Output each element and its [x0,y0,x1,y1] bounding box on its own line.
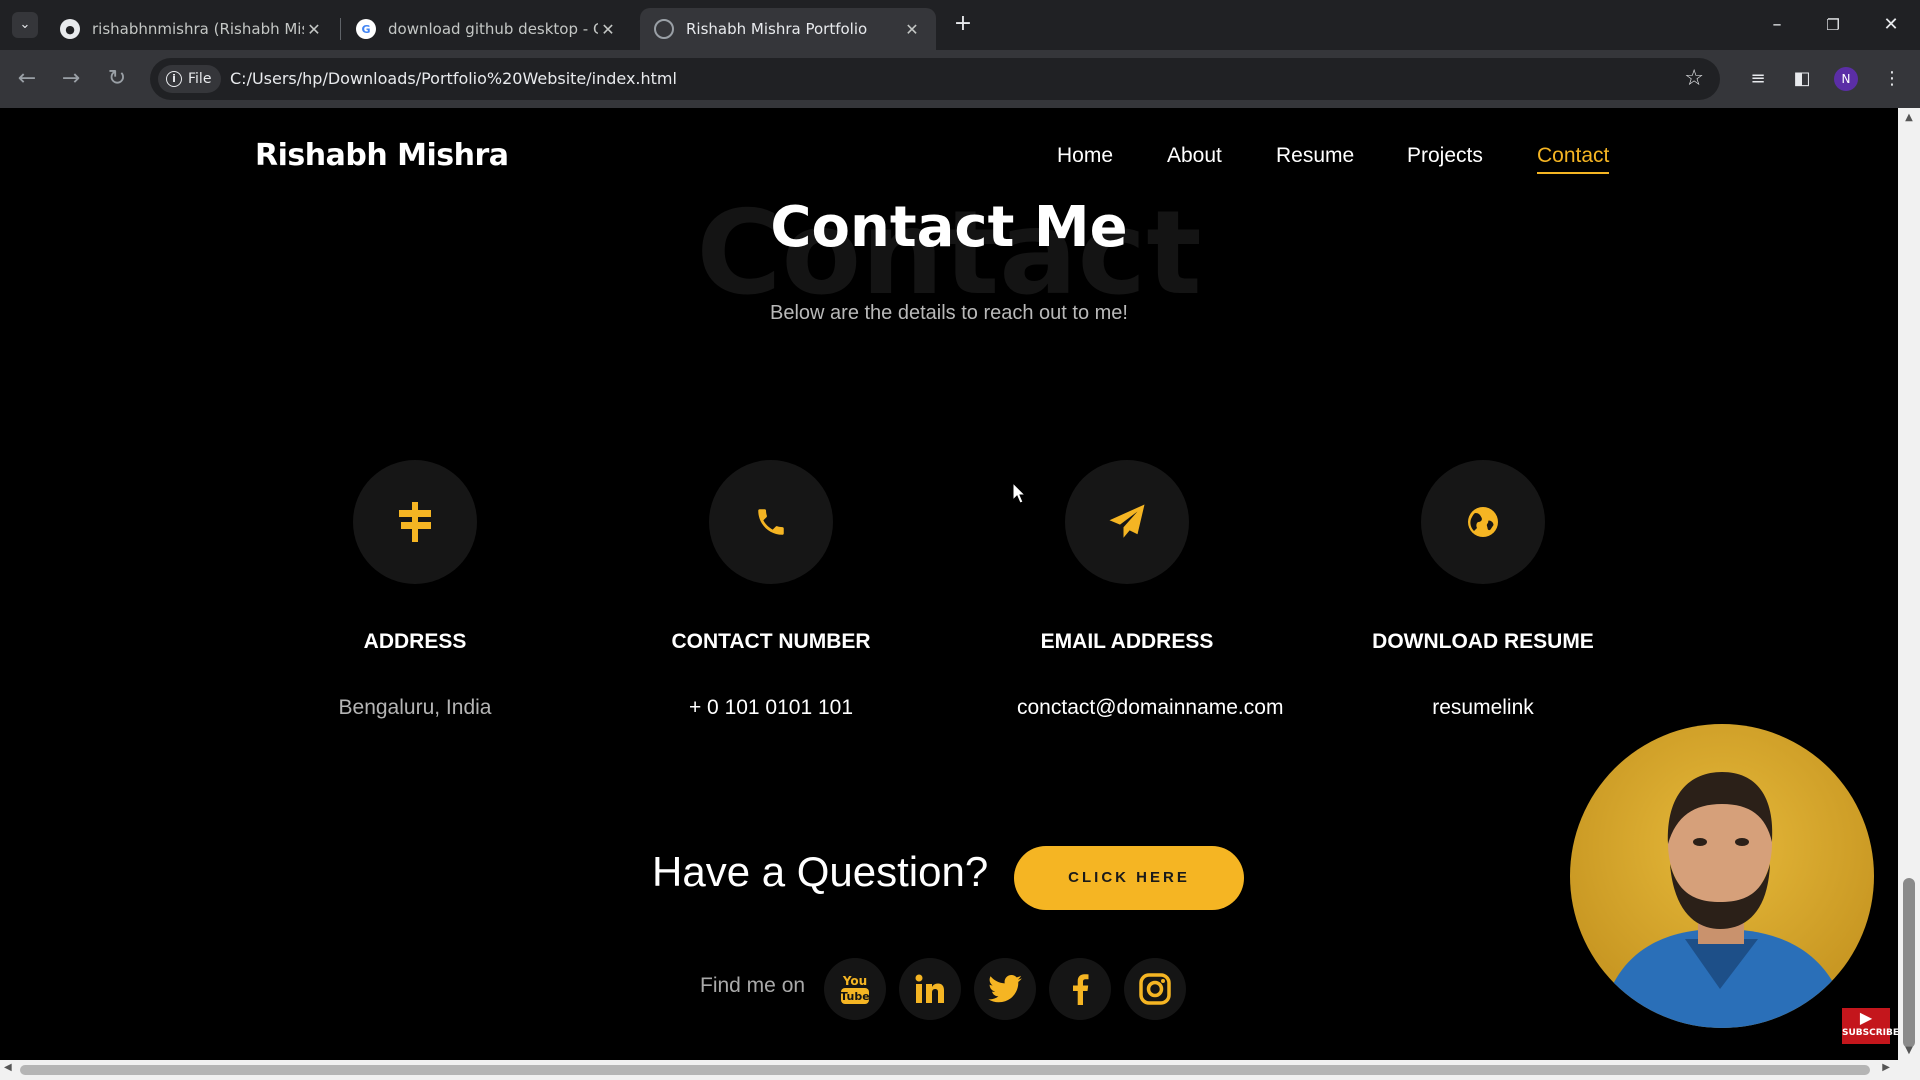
facebook-icon [1073,974,1089,1005]
browser-tab-bar: ⌄ ● rishabhnmishra (Rishabh Mishra) ✕ G … [0,0,1920,50]
site-info-chip[interactable]: i File [158,65,222,93]
tab-title: download github desktop - Google [388,20,598,38]
restore-icon[interactable]: ❐ [1816,10,1850,40]
mouse-cursor-icon [1012,482,1026,504]
tab-title: rishabhnmishra (Rishabh Mishra) [92,20,304,38]
signpost-icon [399,502,431,542]
reload-icon[interactable]: ↻ [102,64,132,94]
svg-text:You: You [842,974,867,988]
linkedin-icon [915,974,944,1003]
paper-plane-icon [1109,504,1145,538]
card-value[interactable]: + 0 101 0101 101 [621,696,921,720]
scroll-right-icon[interactable]: ▶ [1882,1062,1890,1073]
globe-icon [654,19,674,39]
close-icon[interactable]: ✕ [304,20,324,39]
info-icon: i [166,71,182,87]
scrollbar-thumb[interactable] [20,1065,1870,1075]
section-title: Contact Me [770,195,1128,260]
email-icon-circle [1065,460,1189,584]
contact-card-address: ADDRESS Bengaluru, India [265,460,565,720]
linkedin-link[interactable] [899,958,961,1020]
url-text[interactable]: C:/Users/hp/Downloads/Portfolio%20Websit… [230,69,677,88]
close-icon[interactable]: ✕ [902,20,922,39]
youtube-link[interactable]: You Tube [824,958,886,1020]
browser-toolbar: ← → ↻ i File C:/Users/hp/Downloads/Portf… [0,50,1920,108]
menu-kebab-icon[interactable]: ⋮ [1878,65,1906,93]
find-me-label: Find me on [700,974,806,997]
phone-icon-circle [709,460,833,584]
presenter-webcam [1570,724,1874,1028]
instagram-link[interactable] [1124,958,1186,1020]
scroll-down-icon[interactable]: ▼ [1898,1045,1920,1056]
back-icon[interactable]: ← [12,64,42,94]
card-value: Bengaluru, India [338,696,492,719]
card-value[interactable]: conctact@domainname.com [1017,696,1283,720]
chip-label: File [188,71,212,87]
reading-list-icon[interactable]: ≡ [1744,65,1772,93]
twitter-icon [988,975,1022,1003]
subscribe-label: SUBSCRIBE [1842,1028,1900,1038]
google-icon: G [356,19,376,39]
nav-home[interactable]: Home [1057,144,1113,168]
resume-icon-circle [1421,460,1545,584]
contact-card-resume: DOWNLOAD RESUME resumelink [1333,460,1633,720]
globe-icon [1468,507,1498,537]
forward-icon[interactable]: → [56,64,86,94]
subscribe-badge[interactable]: ▶ SUBSCRIBE [1842,1008,1900,1044]
card-title: EMAIL ADDRESS [1040,630,1214,653]
nav-projects[interactable]: Projects [1407,144,1483,168]
scrollbar-thumb[interactable] [1903,878,1915,1048]
tab-google[interactable]: G download github desktop - Google ✕ [342,8,632,50]
contact-card-phone: CONTACT NUMBER + 0 101 0101 101 [621,460,921,720]
tab-search-button[interactable]: ⌄ [12,12,38,38]
facebook-link[interactable] [1049,958,1111,1020]
new-tab-button[interactable]: + [950,11,976,37]
github-icon: ● [60,19,80,39]
tab-portfolio[interactable]: Rishabh Mishra Portfolio ✕ [640,8,936,50]
scroll-up-icon[interactable]: ▲ [1898,112,1920,123]
bookmark-star-icon[interactable]: ☆ [1684,66,1704,91]
tab-github[interactable]: ● rishabhnmishra (Rishabh Mishra) ✕ [46,8,338,50]
card-title: CONTACT NUMBER [671,630,871,653]
twitter-link[interactable] [974,958,1036,1020]
click-here-button[interactable]: CLICK HERE [1014,846,1244,910]
youtube-icon: You Tube [840,974,870,1004]
side-panel-icon[interactable]: ◧ [1788,65,1816,93]
site-logo[interactable]: Rishabh Mishra [255,138,509,173]
horizontal-scrollbar[interactable]: ◀ ▶ [0,1060,1920,1080]
window-close-icon[interactable]: ✕ [1874,10,1908,40]
card-title: DOWNLOAD RESUME [1372,630,1594,653]
presenter-image [1600,772,1850,1028]
question-heading: Have a Question? [652,848,989,895]
phone-icon [758,509,784,535]
vertical-scrollbar[interactable]: ▲ ▼ [1898,108,1920,1060]
address-icon-circle [353,460,477,584]
card-value[interactable]: resumelink [1333,696,1633,720]
nav-resume[interactable]: Resume [1276,144,1354,168]
scroll-left-icon[interactable]: ◀ [4,1062,12,1073]
svg-text:Tube: Tube [840,990,869,1003]
minimize-icon[interactable]: – [1760,10,1794,40]
address-bar[interactable]: i File C:/Users/hp/Downloads/Portfolio%2… [150,58,1720,100]
tab-title: Rishabh Mishra Portfolio [686,20,868,38]
profile-avatar[interactable]: N [1834,67,1858,91]
section-subtitle: Below are the details to reach out to me… [770,302,1128,324]
nav-about[interactable]: About [1167,144,1222,168]
close-icon[interactable]: ✕ [598,20,618,39]
tab-divider [340,18,341,40]
nav-contact[interactable]: Contact [1537,144,1610,174]
card-title: ADDRESS [363,630,467,653]
instagram-icon [1139,973,1171,1005]
play-icon: ▶ [1859,1008,1873,1027]
